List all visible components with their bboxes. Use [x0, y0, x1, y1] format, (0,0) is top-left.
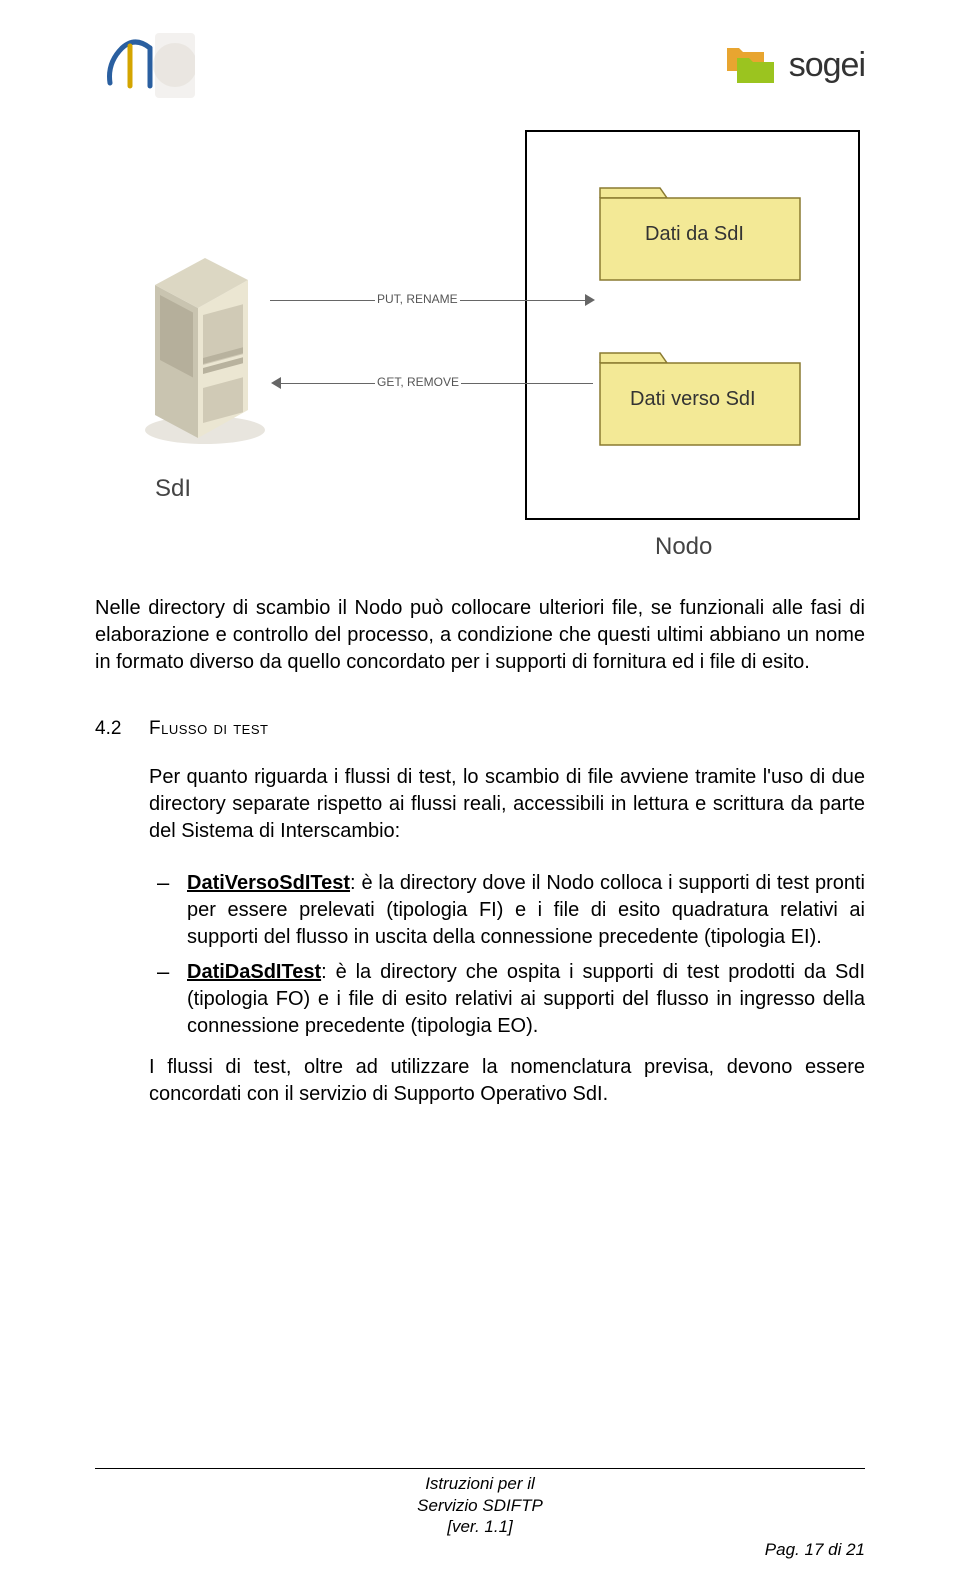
arrow1-label: PUT, RENAME [375, 292, 460, 306]
bullet-list: – DatiVersoSdITest: è la directory dove … [149, 870, 865, 1040]
section-heading: 4.2 Flusso di test [95, 716, 865, 742]
page-number: Pag. 17 di 21 [95, 1540, 865, 1560]
arrow2-label: GET, REMOVE [375, 375, 461, 389]
paragraph-flusso: Per quanto riguarda i flussi di test, lo… [149, 764, 865, 845]
sogei-folders-icon [719, 43, 779, 88]
page-header: sogei [95, 25, 865, 105]
footer-center-text: Istruzioni per il Servizio SDIFTP [ver. … [95, 1473, 865, 1537]
section-number: 4.2 [95, 716, 149, 742]
bullet-text: DatiDaSdITest: è la directory che ospita… [187, 959, 865, 1040]
sdi-logo [95, 28, 195, 103]
list-item: – DatiDaSdITest: è la directory che ospi… [149, 959, 865, 1040]
arrow-head-right-icon [585, 294, 595, 306]
bullet-text: DatiVersoSdITest: è la directory dove il… [187, 870, 865, 951]
closing-paragraph: I flussi di test, oltre ad utilizzare la… [149, 1054, 865, 1108]
server-icon [130, 240, 270, 450]
server-label: SdI [155, 475, 191, 503]
section-title: Flusso di test [149, 716, 268, 742]
paragraph-intro: Nelle directory di scambio il Nodo può c… [95, 595, 865, 676]
page-footer: Istruzioni per il Servizio SDIFTP [ver. … [95, 1468, 865, 1560]
architecture-diagram: SdI Nodo Dati da SdI Dati verso SdI PUT,… [95, 125, 865, 565]
bullet-dash-icon: – [149, 959, 187, 1040]
bullet-dash-icon: – [149, 870, 187, 951]
nodo-label: Nodo [655, 533, 712, 561]
folder1-label: Dati da SdI [645, 223, 744, 246]
folder2-label: Dati verso SdI [630, 388, 756, 411]
sogei-wordmark: sogei [789, 46, 865, 85]
sogei-logo: sogei [719, 43, 865, 88]
footer-divider [95, 1468, 865, 1469]
body-text: Nelle directory di scambio il Nodo può c… [95, 595, 865, 1108]
list-item: – DatiVersoSdITest: è la directory dove … [149, 870, 865, 951]
arrow-head-left-icon [271, 377, 281, 389]
